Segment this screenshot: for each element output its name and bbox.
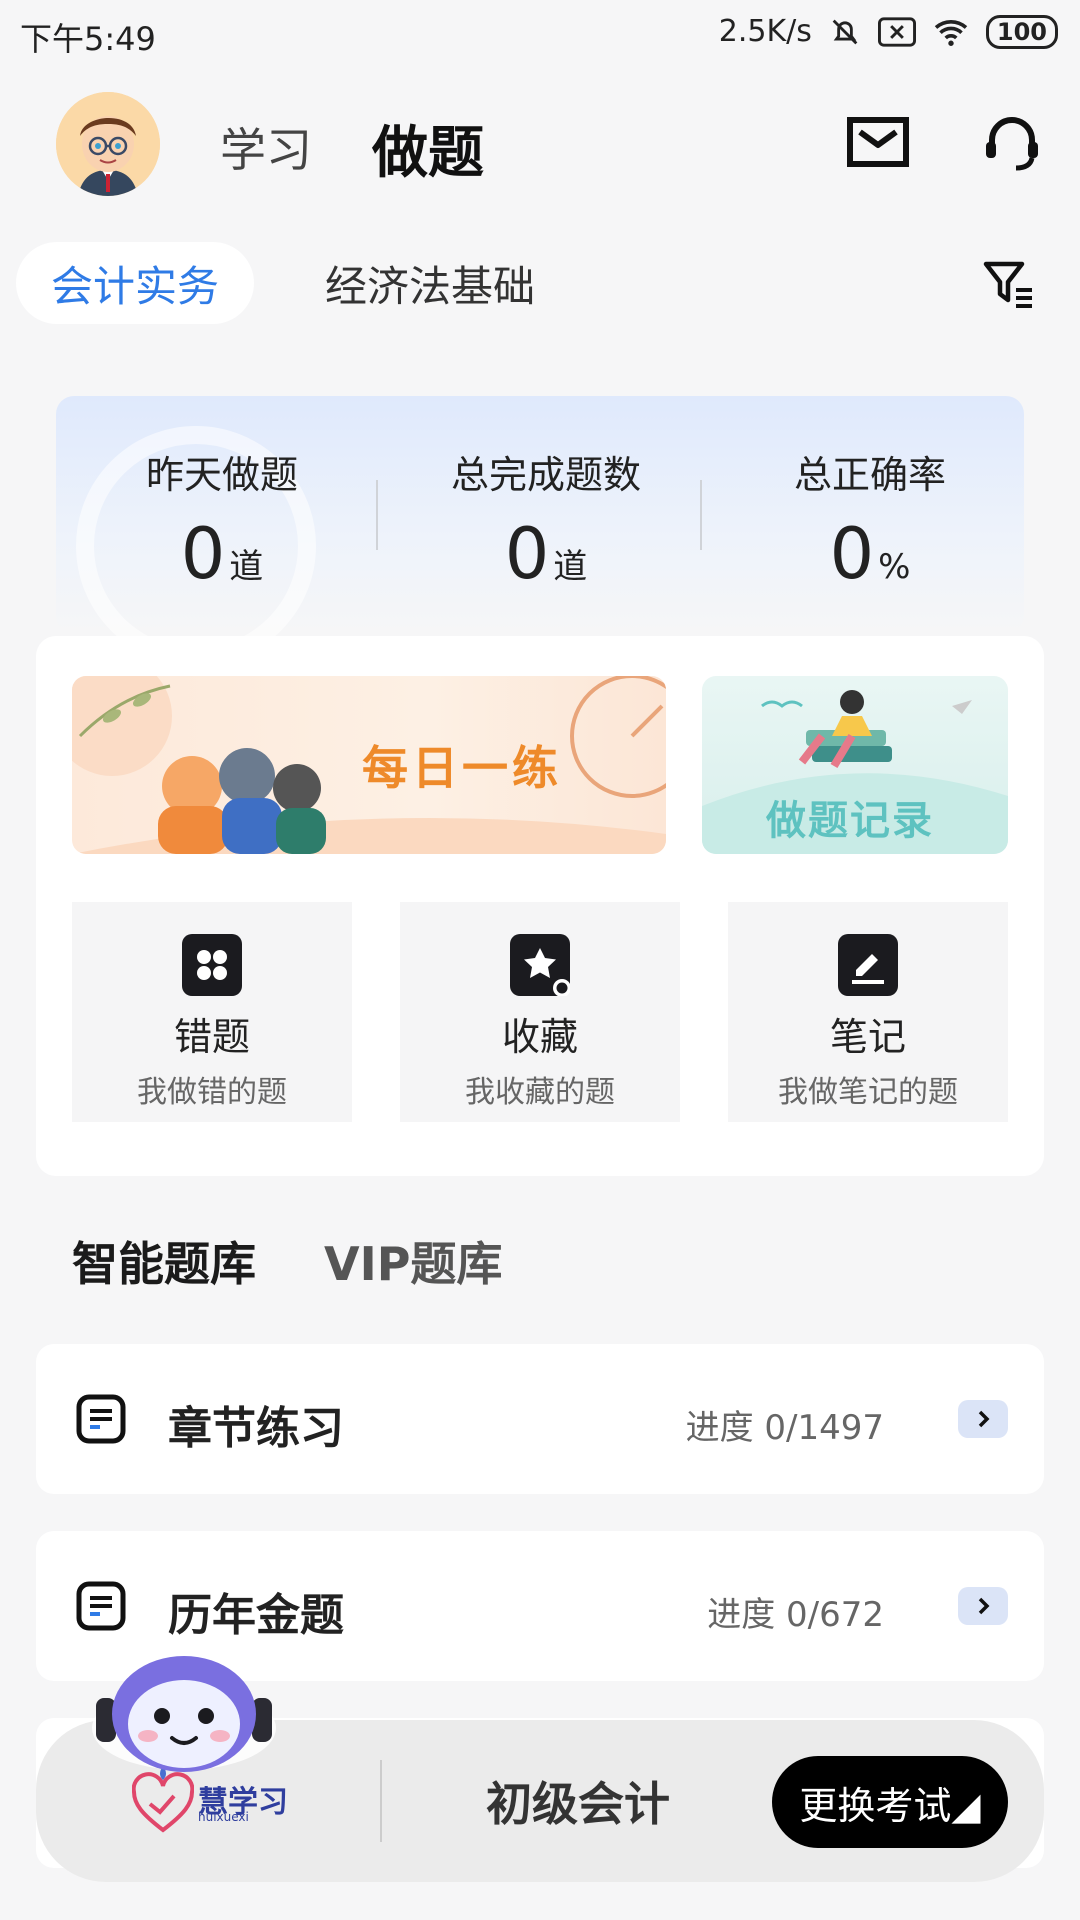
grid-icon <box>182 934 242 996</box>
customer-service-icon[interactable] <box>980 110 1044 174</box>
star-icon <box>510 934 571 997</box>
tab-learn[interactable]: 学习 <box>220 114 312 180</box>
notes-tile[interactable]: 笔记 我做笔记的题 <box>728 902 1008 1122</box>
row-progress: 进度 0/1497 <box>685 1408 884 1448</box>
stats-card: 昨天做题 0道 总完成题数 0道 总正确率 0% <box>56 396 1024 666</box>
current-exam-label: 初级会计 <box>486 1777 670 1831</box>
switch-exam-button[interactable]: 更换考试◢ <box>772 1756 1008 1848</box>
stat-label: 昨天做题 <box>145 453 298 497</box>
row-title: 历年金题 <box>168 1590 344 1641</box>
practice-panel: 每日一练 做题记录 错题 我做错的题 收藏 我收藏的题 笔记 我做笔记的题 <box>36 636 1044 1176</box>
status-right: 2.5K/s 100 <box>719 14 1058 49</box>
tile-subtitle: 我收藏的题 <box>465 1075 615 1110</box>
stat-value: 0 <box>504 513 550 595</box>
divider <box>380 1760 382 1842</box>
stat-label: 总完成题数 <box>450 453 641 497</box>
stat-unit: % <box>878 547 911 587</box>
practice-record-label: 做题记录 <box>766 797 934 844</box>
tab-vip-bank[interactable]: VIP题库 <box>324 1228 502 1294</box>
stat-unit: 道 <box>553 547 588 587</box>
document-icon <box>76 1581 126 1631</box>
practice-record-banner[interactable]: 做题记录 <box>702 676 1008 854</box>
tab-do-questions[interactable]: 做题 <box>372 108 484 189</box>
avatar[interactable] <box>56 92 160 196</box>
bell-off-icon <box>832 19 858 44</box>
stat-yesterday: 昨天做题 0道 <box>72 444 372 595</box>
tile-subtitle: 我做笔记的题 <box>778 1075 958 1110</box>
tile-subtitle: 我做错的题 <box>137 1075 287 1110</box>
stat-total-done: 总完成题数 0道 <box>396 444 696 595</box>
avatar-illustration <box>56 92 160 196</box>
status-time: 下午5:49 <box>20 20 156 58</box>
row-progress: 进度 0/672 <box>707 1595 884 1635</box>
stat-unit: 道 <box>229 547 264 587</box>
brand-subtitle: huixuexi <box>198 1810 249 1824</box>
stat-accuracy: 总正确率 0% <box>720 444 1020 595</box>
daily-practice-label: 每日一练 <box>362 741 562 795</box>
sim-icon <box>877 16 916 47</box>
assistant-robot-icon[interactable] <box>84 1650 284 1780</box>
chevron-right-icon[interactable] <box>958 1400 1008 1438</box>
tile-title: 错题 <box>173 1015 250 1059</box>
tile-title: 收藏 <box>501 1015 578 1059</box>
status-bar: 下午5:49 2.5K/s 100 <box>0 0 1080 72</box>
chevron-right-icon[interactable] <box>958 1587 1008 1625</box>
battery-indicator: 100 <box>985 14 1058 49</box>
mail-icon[interactable] <box>846 110 910 174</box>
wrong-questions-tile[interactable]: 错题 我做错的题 <box>72 902 352 1122</box>
stat-value: 0 <box>829 513 875 595</box>
chapter-practice-row[interactable]: 章节练习 进度 0/1497 <box>36 1344 1044 1494</box>
network-speed: 2.5K/s <box>718 14 812 49</box>
subject-tab-accounting-practice[interactable]: 会计实务 <box>16 242 254 324</box>
filter-icon[interactable] <box>980 256 1036 312</box>
divider <box>376 480 378 550</box>
wifi-icon <box>934 19 968 46</box>
tile-title: 笔记 <box>829 1015 906 1059</box>
divider <box>700 480 702 550</box>
stat-label: 总正确率 <box>793 453 946 497</box>
edit-note-icon <box>838 934 898 996</box>
stat-value: 0 <box>180 513 226 595</box>
subject-tab-economic-law[interactable]: 经济法基础 <box>300 242 560 324</box>
document-icon <box>76 1394 126 1444</box>
favorites-tile[interactable]: 收藏 我收藏的题 <box>400 902 680 1122</box>
daily-practice-banner[interactable]: 每日一练 <box>72 676 666 854</box>
tab-smart-bank[interactable]: 智能题库 <box>72 1228 256 1294</box>
row-title: 章节练习 <box>168 1403 344 1454</box>
